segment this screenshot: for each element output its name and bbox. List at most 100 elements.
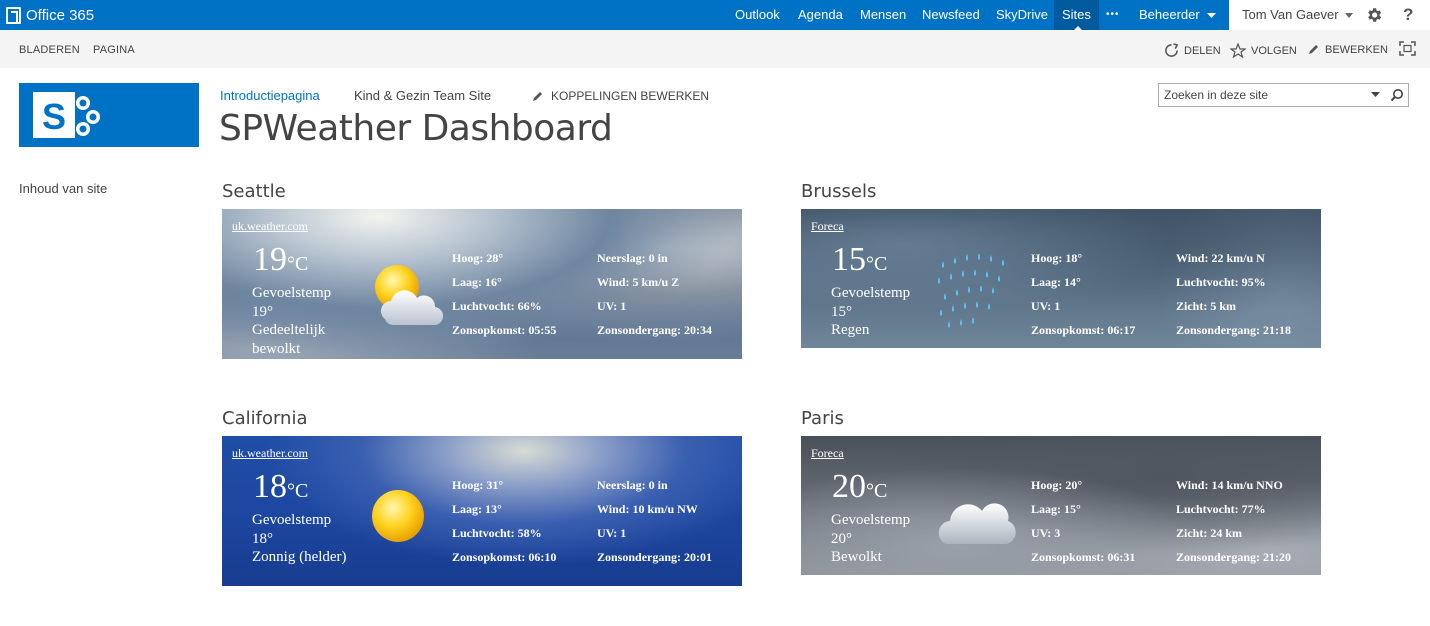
humidity: Luchtvocht: 77% — [1176, 502, 1266, 516]
current-temperature: 19°C — [253, 241, 309, 278]
low-temp: Laag: 15° — [1031, 502, 1081, 516]
admin-label: Beheerder — [1139, 7, 1200, 22]
weather-card-paris: Foreca 20°C Gevoelstemp 20° Bewolkt Hoog… — [801, 436, 1321, 575]
caret-down-icon — [1345, 13, 1354, 19]
low-temp: Laag: 16° — [452, 275, 502, 289]
suite-link-agenda[interactable]: Agenda — [798, 0, 843, 30]
edit-links-button[interactable]: KOPPELINGEN BEWERKEN — [531, 89, 709, 103]
edit-label: BEWERKEN — [1325, 43, 1388, 56]
search-icon[interactable] — [1390, 88, 1404, 102]
feels-like-value: 20° — [831, 530, 852, 547]
sunrise: Zonsopkomst: 06:17 — [1031, 323, 1136, 337]
precipitation: Neerslag: 0 in — [597, 251, 668, 265]
source-link[interactable]: uk.weather.com — [232, 446, 308, 461]
page-title: SPWeather Dashboard — [219, 108, 613, 149]
high-temp: Hoog: 31° — [452, 478, 504, 492]
sunrise: Zonsopkomst: 05:55 — [452, 323, 557, 337]
tab-page[interactable]: PAGINA — [93, 44, 135, 56]
sunset: Zonsondergang: 20:01 — [597, 550, 713, 564]
suite-link-skydrive[interactable]: SkyDrive — [996, 0, 1048, 30]
humidity: Luchtvocht: 58% — [452, 526, 542, 540]
feels-like: Gevoelstemp 15° Regen — [831, 284, 931, 340]
follow-label: VOLGEN — [1251, 44, 1297, 57]
wind: Wind: 10 km/u NW — [597, 502, 698, 516]
humidity: Luchtvocht: 66% — [452, 299, 542, 313]
partly-cloudy-icon — [375, 265, 444, 326]
current-temperature: 20°C — [832, 468, 888, 505]
ribbon-bar: BLADEREN PAGINA DELEN VOLGEN BEWERKEN — [0, 30, 1430, 68]
condition-text: Zonnig (helder) — [252, 549, 347, 565]
feels-like-label: Gevoelstemp — [831, 285, 911, 301]
suite-link-outlook[interactable]: Outlook — [735, 0, 780, 30]
humidity: Luchtvocht: 95% — [1176, 275, 1266, 289]
city-title-brussels: Brussels — [801, 181, 877, 202]
city-title-california: California — [222, 408, 308, 429]
wind: Wind: 5 km/u Z — [597, 275, 680, 289]
wind: Wind: 22 km/u N — [1176, 251, 1265, 265]
cloud-icon — [938, 503, 1016, 544]
share-label: DELEN — [1184, 44, 1221, 57]
high-temp: Hoog: 28° — [452, 251, 504, 265]
precipitation: Neerslag: 0 in — [597, 478, 668, 492]
suite-bar: Office 365 Outlook Agenda Mensen Newsfee… — [0, 0, 1430, 30]
current-temperature: 15°C — [832, 241, 888, 278]
source-link[interactable]: uk.weather.com — [232, 219, 308, 234]
site-logo[interactable]: S — [19, 83, 199, 147]
more-links-button[interactable]: ••• — [1106, 0, 1120, 30]
breadcrumb-team-site[interactable]: Kind & Gezin Team Site — [354, 88, 491, 103]
share-button[interactable]: DELEN — [1164, 43, 1221, 58]
weather-card-california: uk.weather.com 18°C Gevoelstemp 18° Zonn… — [222, 436, 742, 586]
user-menu[interactable]: Tom Van Gaever — [1242, 0, 1354, 30]
focus-icon[interactable] — [1399, 41, 1416, 56]
sharepoint-logo-icon: S — [33, 92, 100, 138]
left-nav: Inhoud van site — [19, 181, 107, 196]
feels-like-value: 18° — [252, 530, 273, 547]
feels-like-label: Gevoelstemp — [252, 512, 332, 528]
low-temp: Laag: 14° — [1031, 275, 1081, 289]
user-name: Tom Van Gaever — [1242, 7, 1339, 22]
uv-index: UV: 3 — [1031, 526, 1061, 540]
condition-text: Gedeeltelijk bewolkt — [252, 322, 326, 357]
edit-links-label: KOPPELINGEN BEWERKEN — [551, 89, 710, 103]
sunset: Zonsondergang: 21:18 — [1176, 323, 1292, 337]
office365-logo[interactable]: Office 365 — [6, 5, 94, 25]
current-temperature: 18°C — [253, 468, 309, 505]
nav-site-contents[interactable]: Inhoud van site — [19, 181, 107, 196]
source-link[interactable]: Foreca — [811, 446, 844, 461]
weather-card-seattle: uk.weather.com 19°C Gevoelstemp 19° Gede… — [222, 209, 742, 359]
city-title-seattle: Seattle — [222, 181, 286, 202]
wind: Wind: 14 km/u NNO — [1176, 478, 1283, 492]
user-area: Tom Van Gaever ? — [1229, 0, 1430, 30]
feels-like-value: 19° — [252, 303, 273, 320]
uv-index: UV: 1 — [597, 299, 627, 313]
search-input[interactable] — [1159, 84, 1364, 106]
brand-name: Office 365 — [26, 6, 95, 24]
feels-like: Gevoelstemp 18° Zonnig (helder) — [252, 511, 352, 567]
visibility: Zicht: 24 km — [1176, 526, 1242, 540]
pencil-icon — [1309, 45, 1318, 54]
feels-like: Gevoelstemp 19° Gedeeltelijk bewolkt — [252, 284, 352, 358]
search-box — [1158, 83, 1409, 107]
caret-down-icon — [1207, 12, 1217, 18]
gear-icon[interactable] — [1365, 6, 1383, 24]
tab-browse[interactable]: BLADEREN — [19, 44, 80, 56]
sunset: Zonsondergang: 20:34 — [597, 323, 713, 337]
rain-icon — [938, 253, 1004, 328]
star-icon — [1230, 43, 1246, 58]
source-link[interactable]: Foreca — [811, 219, 844, 234]
edit-button[interactable]: BEWERKEN — [1307, 43, 1388, 56]
suite-link-newsfeed[interactable]: Newsfeed — [922, 0, 980, 30]
admin-menu[interactable]: Beheerder — [1139, 0, 1217, 30]
condition-text: Bewolkt — [831, 549, 882, 565]
breadcrumb-home[interactable]: Introductiepagina — [220, 88, 320, 103]
follow-button[interactable]: VOLGEN — [1230, 43, 1297, 58]
condition-text: Regen — [831, 322, 870, 338]
sun-icon — [372, 490, 424, 542]
search-scope-dropdown-icon[interactable] — [1371, 92, 1380, 98]
suite-link-mensen[interactable]: Mensen — [860, 0, 906, 30]
feels-like-value: 15° — [831, 303, 852, 320]
svg-text:S: S — [42, 96, 66, 137]
help-button[interactable]: ? — [1403, 0, 1413, 30]
weather-card-brussels: Foreca 15°C Gevoelstemp 15° Regen Hoog: … — [801, 209, 1321, 348]
office-icon — [6, 6, 21, 24]
